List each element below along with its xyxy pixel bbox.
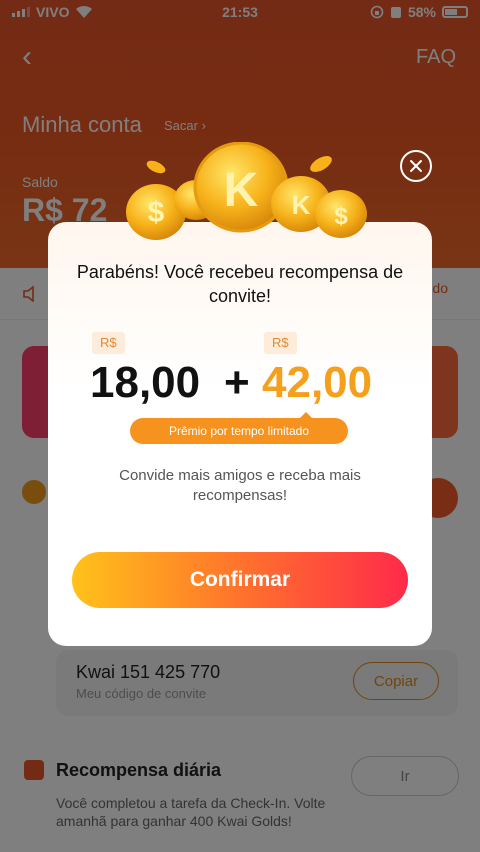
limited-time-badge: Prêmio por tempo limitado: [130, 412, 348, 444]
invite-message: Convide mais amigos e receba mais recomp…: [119, 467, 361, 504]
svg-text:K: K: [224, 164, 259, 217]
currency-tag-base: R$: [92, 332, 125, 354]
base-reward-amount: 18,00: [90, 358, 201, 407]
svg-text:$: $: [148, 196, 165, 229]
modal-title: Parabéns! Você recebeu recompensa de con…: [76, 262, 404, 306]
close-icon: [410, 160, 422, 172]
confirm-button[interactable]: Confirmar: [72, 552, 408, 608]
coins-illustration: $ K K $: [126, 142, 367, 240]
reward-modal: Parabéns! Você recebeu recompensa de con…: [48, 222, 432, 646]
svg-text:K: K: [292, 190, 311, 220]
plus-sign: +: [224, 358, 250, 407]
currency-tag-bonus: R$: [264, 332, 297, 354]
bonus-reward-amount: 42,00: [262, 358, 373, 407]
close-button[interactable]: [400, 150, 432, 182]
svg-text:$: $: [334, 203, 348, 230]
